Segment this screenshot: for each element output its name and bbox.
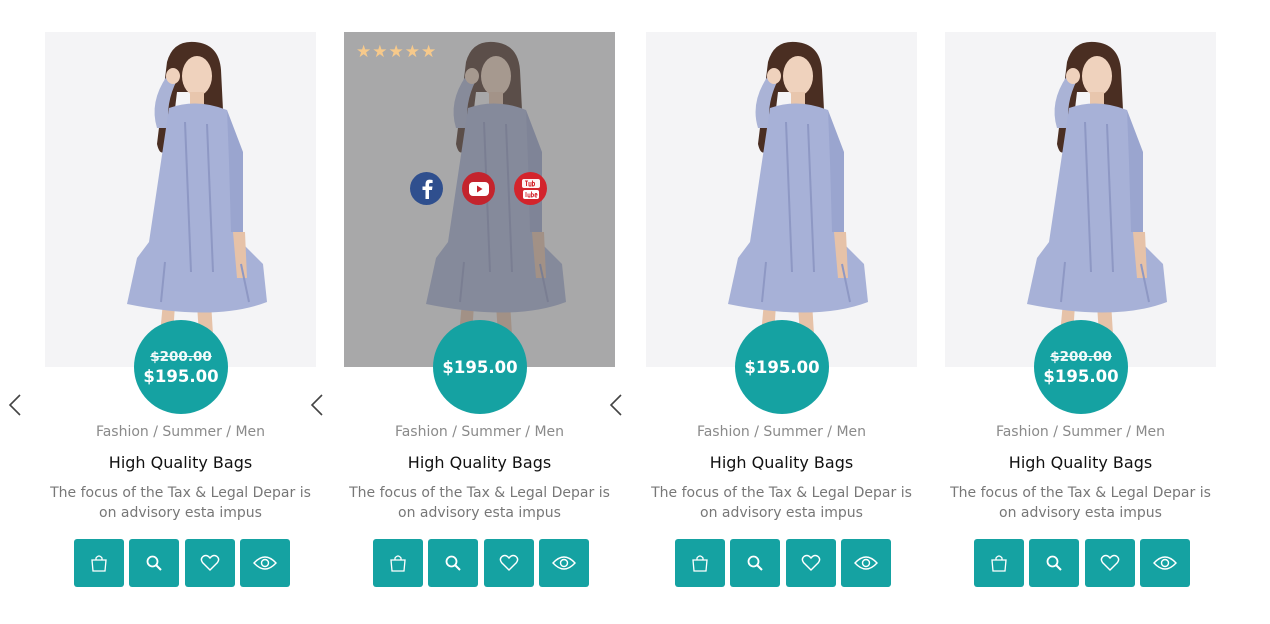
action-buttons (74, 539, 290, 587)
product-title[interactable]: High Quality Bags (646, 453, 917, 472)
category-breadcrumb: Fashion / Summer / Men (394, 424, 565, 440)
search-button[interactable] (1029, 539, 1079, 587)
price-badge: $200.00 $195.00 (134, 320, 228, 414)
product-description: The focus of the Tax & Legal Depar is on… (651, 485, 912, 521)
shopping-bag-icon (91, 555, 107, 572)
add-to-cart-button[interactable] (74, 539, 124, 587)
category-breadcrumb: Fashion / Summer / Men (95, 424, 266, 440)
heart-icon (499, 554, 519, 571)
add-to-cart-button[interactable] (974, 539, 1024, 587)
youtube-logo-icon (521, 178, 540, 199)
shopping-bag-icon (390, 555, 406, 572)
category-link[interactable]: Summer (162, 424, 221, 440)
rating-stars: ★★★★★ (356, 42, 438, 62)
shopping-bag-icon (991, 555, 1007, 572)
product-card[interactable]: ★★★★★ $195.00 Fashion / Summer / Men Hig… (344, 32, 615, 592)
current-price: $195.00 (143, 366, 219, 386)
facebook-icon (422, 179, 433, 199)
action-buttons (373, 539, 589, 587)
youtube-icon (468, 181, 489, 196)
add-to-cart-button[interactable] (373, 539, 423, 587)
wishlist-button[interactable] (1085, 539, 1135, 587)
product-image[interactable] (945, 32, 1216, 367)
category-link[interactable]: Summer (461, 424, 520, 440)
add-to-cart-button[interactable] (675, 539, 725, 587)
prev-arrow[interactable] (6, 392, 24, 418)
chevron-left-icon (8, 394, 21, 416)
eye-icon (552, 556, 576, 570)
old-price: $200.00 (150, 348, 212, 365)
price-badge: $200.00 $195.00 (1034, 320, 1128, 414)
price-badge: $195.00 (735, 320, 829, 414)
search-button[interactable] (129, 539, 179, 587)
current-price: $195.00 (1043, 366, 1119, 386)
quick-view-button[interactable] (539, 539, 589, 587)
product-title[interactable]: High Quality Bags (945, 453, 1216, 472)
category-breadcrumb: Fashion / Summer / Men (696, 424, 867, 440)
category-breadcrumb: Fashion / Summer / Men (995, 424, 1166, 440)
category-link[interactable]: Men (534, 424, 564, 440)
category-link[interactable]: Men (235, 424, 265, 440)
eye-icon (854, 556, 878, 570)
wishlist-button[interactable] (185, 539, 235, 587)
wishlist-button[interactable] (484, 539, 534, 587)
quick-view-button[interactable] (841, 539, 891, 587)
eye-icon (253, 556, 277, 570)
search-icon (146, 555, 162, 571)
current-price: $195.00 (442, 357, 518, 377)
action-buttons (974, 539, 1190, 587)
product-image[interactable] (45, 32, 316, 367)
product-title[interactable]: High Quality Bags (344, 453, 615, 472)
heart-icon (1100, 554, 1120, 571)
price-badge: $195.00 (433, 320, 527, 414)
youtube-channel-button[interactable] (514, 172, 547, 205)
product-description: The focus of the Tax & Legal Depar is on… (349, 485, 610, 521)
product-card[interactable]: $200.00 $195.00 Fashion / Summer / Men H… (45, 32, 316, 592)
search-icon (747, 555, 763, 571)
category-link[interactable]: Men (1135, 424, 1165, 440)
product-card[interactable]: $200.00 $195.00 Fashion / Summer / Men H… (945, 32, 1216, 592)
category-link[interactable]: Men (836, 424, 866, 440)
product-card[interactable]: $195.00 Fashion / Summer / Men High Qual… (646, 32, 917, 592)
heart-icon (801, 554, 821, 571)
product-title[interactable]: High Quality Bags (45, 453, 316, 472)
wishlist-button[interactable] (786, 539, 836, 587)
category-link[interactable]: Fashion (996, 424, 1049, 440)
search-icon (1046, 555, 1062, 571)
category-link[interactable]: Fashion (395, 424, 448, 440)
category-link[interactable]: Summer (763, 424, 822, 440)
youtube-share-button[interactable] (462, 172, 495, 205)
category-link[interactable]: Fashion (697, 424, 750, 440)
product-image[interactable]: ★★★★★ (344, 32, 615, 367)
heart-icon (200, 554, 220, 571)
product-description: The focus of the Tax & Legal Depar is on… (50, 485, 311, 521)
search-button[interactable] (730, 539, 780, 587)
search-icon (445, 555, 461, 571)
shopping-bag-icon (692, 555, 708, 572)
category-link[interactable]: Fashion (96, 424, 149, 440)
product-image[interactable] (646, 32, 917, 367)
facebook-share-button[interactable] (410, 172, 443, 205)
category-link[interactable]: Summer (1062, 424, 1121, 440)
current-price: $195.00 (744, 357, 820, 377)
eye-icon (1153, 556, 1177, 570)
quick-view-button[interactable] (1140, 539, 1190, 587)
search-button[interactable] (428, 539, 478, 587)
quick-view-button[interactable] (240, 539, 290, 587)
product-description: The focus of the Tax & Legal Depar is on… (950, 485, 1211, 521)
action-buttons (675, 539, 891, 587)
old-price: $200.00 (1050, 348, 1112, 365)
